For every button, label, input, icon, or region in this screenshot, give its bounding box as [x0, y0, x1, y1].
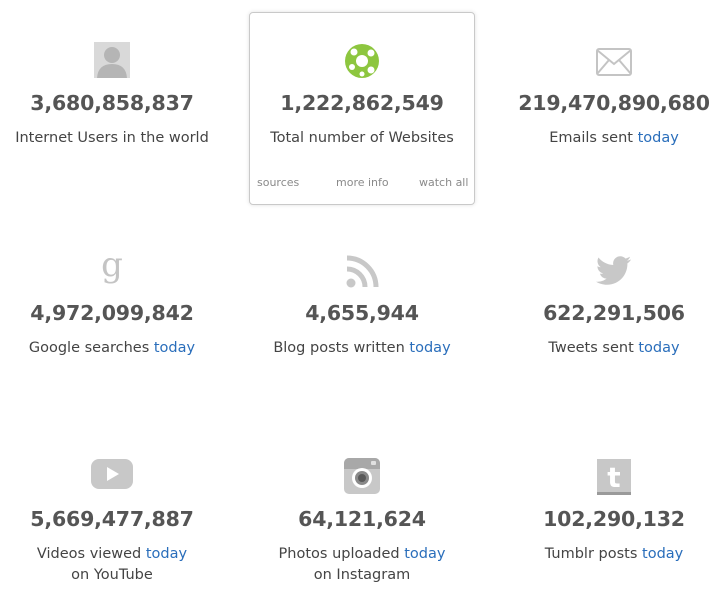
stat-label: Videos viewed today on YouTube — [36, 546, 188, 583]
today-link[interactable]: today — [146, 546, 187, 562]
google-icon: g — [97, 245, 127, 294]
tumblr-icon: t — [597, 459, 631, 499]
twitter-icon — [595, 256, 632, 290]
stat-tweets: 622,291,506 Tweets sent today — [500, 250, 720, 370]
stat-internet-users: 3,680,858,837 Internet Users in the worl… — [0, 40, 224, 160]
stat-label: Blog posts written today — [273, 340, 451, 356]
stat-tumblr-posts: t 102,290,132 Tumblr posts today — [500, 456, 720, 590]
today-link[interactable]: today — [404, 546, 445, 562]
today-link[interactable]: today — [638, 130, 679, 146]
email-icon — [596, 48, 632, 80]
card-links: sources more info watch all — [249, 176, 475, 192]
website-icon — [344, 43, 380, 83]
stat-number: 64,121,624 — [298, 507, 426, 531]
stat-label: Emails sent today — [549, 130, 679, 146]
stat-number: 4,972,099,842 — [30, 301, 194, 325]
today-link[interactable]: today — [638, 340, 679, 356]
stat-label: Tweets sent today — [548, 340, 680, 356]
user-icon — [94, 42, 130, 82]
stat-number: 1,222,862,549 — [280, 91, 444, 115]
sources-link[interactable]: sources — [257, 176, 299, 189]
stat-number: 5,669,477,887 — [30, 507, 194, 531]
rss-icon — [345, 255, 379, 293]
today-link[interactable]: today — [409, 340, 450, 356]
youtube-icon — [91, 459, 133, 493]
stat-youtube-videos: 5,669,477,887 Videos viewed today on YouT… — [0, 456, 224, 590]
instagram-icon — [344, 458, 380, 498]
stat-emails: 219,470,890,680 Emails sent today — [500, 40, 720, 160]
stat-number: 622,291,506 — [543, 301, 685, 325]
stat-label: Total number of Websites — [270, 130, 454, 146]
stat-label: Internet Users in the world — [15, 130, 209, 146]
stat-number: 4,655,944 — [305, 301, 419, 325]
watch-all-link[interactable]: watch all — [419, 176, 468, 189]
stat-number: 3,680,858,837 — [30, 91, 194, 115]
svg-text:t: t — [607, 461, 620, 494]
stat-label: Google searches today — [28, 340, 196, 356]
today-link[interactable]: today — [154, 340, 195, 356]
stat-label: Photos uploaded today on Instagram — [278, 546, 446, 583]
stat-instagram-photos: 64,121,624 Photos uploaded today on Insta… — [249, 456, 475, 590]
stat-label: Tumblr posts today — [544, 546, 684, 562]
stat-number: 219,470,890,680 — [518, 91, 710, 115]
stat-google-searches: g 4,972,099,842 Google searches today — [0, 245, 224, 370]
today-link[interactable]: today — [642, 546, 683, 562]
stat-websites: 1,222,862,549 Total number of Websites — [249, 40, 475, 160]
svg-text:g: g — [101, 250, 123, 285]
stat-blog-posts: 4,655,944 Blog posts written today — [249, 250, 475, 370]
more-info-link[interactable]: more info — [336, 176, 389, 189]
stat-number: 102,290,132 — [543, 507, 685, 531]
